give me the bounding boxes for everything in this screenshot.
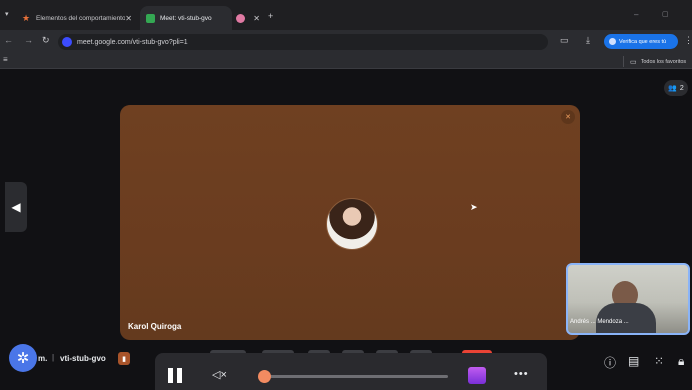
people-icon: 👥 (668, 85, 677, 92)
meeting-time: m. (38, 354, 48, 363)
close-icon[interactable]: ✕ (253, 14, 260, 23)
self-view-name: Andrés ... Mendoza ... (570, 319, 629, 325)
tab-title: Meet: vti-stub-gvo (160, 14, 212, 22)
folder-icon: ▭ (630, 58, 637, 66)
tab-third[interactable]: ✕ (232, 6, 264, 30)
panel-icon[interactable]: ▭ (560, 35, 569, 46)
tab-elementos[interactable]: ★ Elementos del comportamiento ✕ (16, 6, 138, 30)
back-icon[interactable]: ← (4, 35, 13, 45)
muted-mic-icon: ✕ (561, 110, 575, 124)
profile-button[interactable]: Verifica que eres tú (604, 34, 678, 49)
bookmarks-bar: ≡ ▭ Todos los favoritos (0, 54, 692, 69)
maximize-icon[interactable]: ▢ (662, 10, 669, 18)
gear-icon[interactable]: ✲ (9, 344, 37, 372)
tab-title: Elementos del comportamiento (36, 14, 126, 22)
star-icon: ★ (22, 12, 31, 23)
address-bar[interactable]: meet.google.com/vti-stub-gvo?pli=1 (58, 34, 548, 50)
site-info-icon[interactable] (62, 37, 72, 47)
all-bookmarks-button[interactable]: ▭ Todos los favoritos (623, 56, 692, 67)
meeting-code: vti-stub-gvo (60, 354, 106, 363)
pause-icon[interactable] (168, 368, 173, 383)
info-icon[interactable]: ⓘ (604, 354, 616, 371)
chevron-left-icon: ◀ (11, 200, 21, 214)
new-tab-button[interactable]: + (268, 11, 273, 21)
pause-icon-bar[interactable] (177, 368, 182, 383)
progress-knob[interactable] (258, 370, 271, 383)
participants-indicator[interactable]: 👥 2 (664, 80, 688, 96)
url-text: meet.google.com/vti-stub-gvo?pli=1 (77, 38, 188, 46)
menu-icon[interactable]: ⋮ (684, 35, 692, 46)
apps-grid-icon[interactable]: ≡ (3, 55, 8, 64)
bookmarks-label: Todos los favoritos (640, 58, 687, 65)
lock-icon[interactable]: 🔒︎ (678, 354, 684, 369)
host-controls-icon[interactable]: ▮ (118, 352, 130, 365)
chat-icon[interactable]: ▤ (628, 354, 639, 368)
browser-tab-strip: ▾ ★ Elementos del comportamiento ✕ Meet:… (0, 0, 692, 30)
download-icon[interactable]: ⤓ (586, 35, 590, 46)
meet-icon (146, 13, 155, 23)
main-participant-name: Karol Quiroga (128, 322, 182, 331)
apps-icon[interactable]: ⁙ (654, 354, 664, 368)
record-icon (236, 13, 245, 23)
forward-icon[interactable]: → (24, 35, 33, 45)
more-icon[interactable]: ••• (514, 368, 529, 380)
profile-avatar-icon (609, 38, 616, 45)
side-panel-handle[interactable]: ◀ (5, 182, 27, 232)
mute-speaker-icon[interactable]: ◁× (212, 368, 227, 381)
progress-track[interactable] (264, 375, 448, 378)
minimize-icon[interactable]: – (634, 10, 638, 19)
profile-button-label: Verifica que eres tú (619, 38, 667, 45)
clapperboard-icon[interactable] (468, 367, 486, 384)
close-icon[interactable]: ✕ (125, 14, 132, 23)
self-view-body (596, 303, 656, 333)
reload-icon[interactable]: ↻ (42, 35, 50, 46)
participant-count: 2 (679, 84, 684, 92)
mouse-cursor-icon: ➤ (470, 202, 478, 212)
tab-meet[interactable]: Meet: vti-stub-gvo (140, 6, 232, 30)
avatar (326, 198, 378, 250)
separator: | (52, 353, 55, 362)
tab-list-chevron-icon[interactable]: ▾ (5, 10, 9, 18)
